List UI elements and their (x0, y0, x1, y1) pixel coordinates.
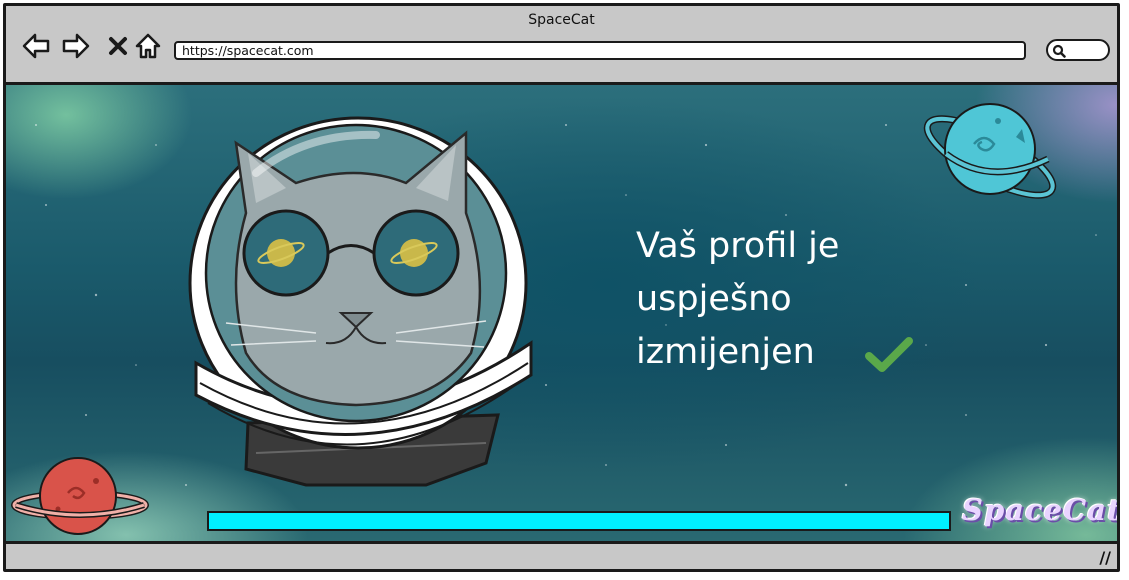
forward-button[interactable] (60, 30, 92, 62)
status-bar: // (6, 541, 1117, 569)
stop-button[interactable] (102, 30, 134, 62)
arrow-left-icon (22, 33, 50, 59)
window-title: SpaceCat (528, 12, 595, 28)
home-icon (135, 33, 161, 59)
cyan-planet-illustration (923, 103, 1057, 199)
browser-toolbar: SpaceCat https://spacecat.com (6, 6, 1117, 85)
arrow-right-icon (62, 33, 90, 59)
progress-bar (207, 511, 951, 531)
x-icon (109, 37, 127, 55)
browser-window: SpaceCat https://spacecat.com Vaš profil… (3, 3, 1120, 572)
astronaut-cat-illustration (188, 116, 533, 487)
search-box[interactable] (1046, 39, 1110, 61)
search-icon (1052, 44, 1066, 58)
address-bar[interactable]: https://spacecat.com (174, 41, 1026, 60)
home-button[interactable] (132, 30, 164, 62)
message-line-2: uspješno (636, 279, 792, 319)
progress-bar-fill (209, 513, 949, 529)
back-button[interactable] (20, 30, 52, 62)
red-planet-illustration (11, 457, 149, 535)
spacecat-logo: SpaceCat (962, 493, 1117, 527)
checkmark-icon (865, 337, 913, 372)
resize-grip-icon[interactable]: // (1099, 548, 1111, 567)
address-bar-url: https://spacecat.com (182, 43, 314, 58)
page-content: Vaš profil je uspješno izmijenjen SpaceC… (6, 85, 1117, 547)
message-line-1: Vaš profil je (636, 226, 840, 266)
